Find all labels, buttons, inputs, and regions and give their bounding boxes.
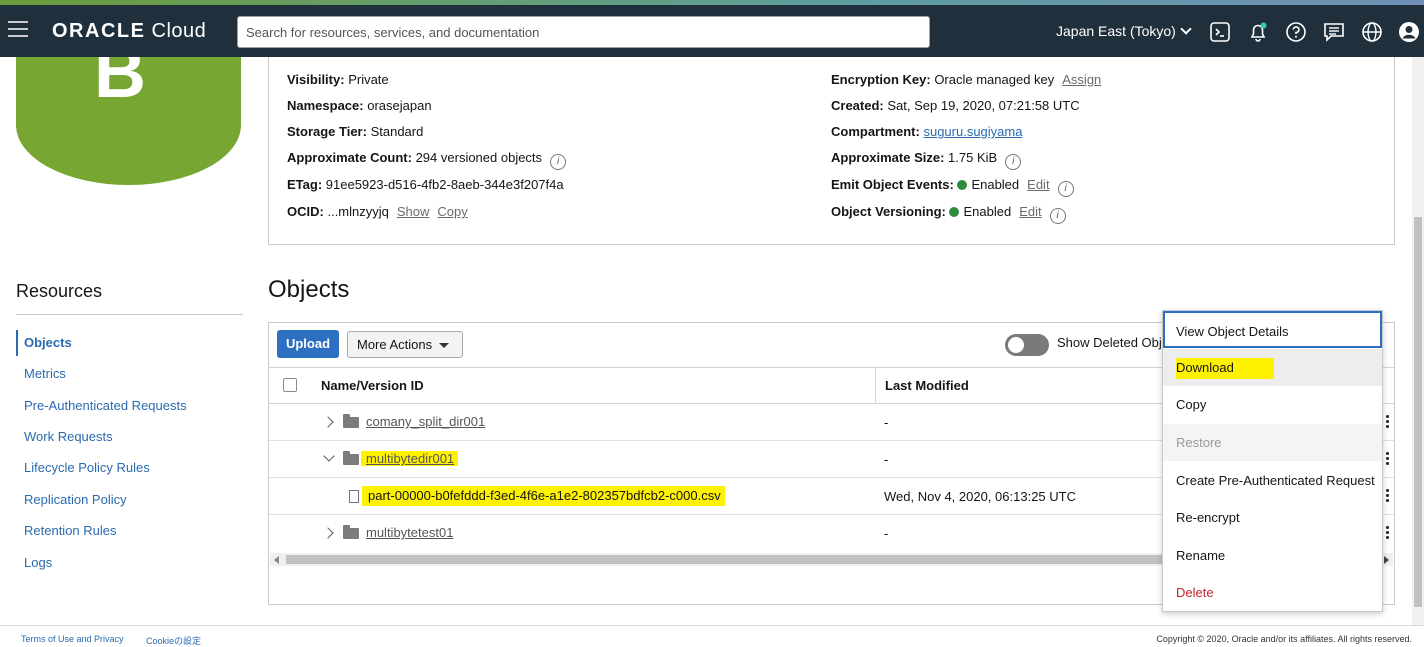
created-field: Created: Sat, Sep 19, 2020, 07:21:58 UTC [831, 98, 1080, 113]
chevron-down-icon [1180, 23, 1192, 35]
emit-object-events-field: Emit Object Events: Enabled Edit i [831, 177, 1074, 197]
nav-item-pre-authenticated-requests[interactable]: Pre-Authenticated Requests [16, 393, 216, 419]
chevron-down-icon[interactable] [323, 450, 335, 462]
select-all-checkbox[interactable] [283, 378, 297, 392]
page-footer: Terms of Use and Privacy Cookieの設定 Copyr… [0, 625, 1424, 647]
scroll-right-arrow-icon[interactable] [1384, 556, 1389, 564]
nav-item-lifecycle-policy-rules[interactable]: Lifecycle Policy Rules [16, 455, 216, 481]
hamburger-menu-icon[interactable] [8, 21, 28, 39]
file-icon [349, 490, 359, 503]
nav-item-retention-rules[interactable]: Retention Rules [16, 518, 216, 544]
column-header-last-modified[interactable]: Last Modified [885, 378, 969, 393]
scroll-left-arrow-icon[interactable] [274, 556, 279, 564]
compartment-link[interactable]: suguru.sugiyama [923, 124, 1022, 139]
bucket-initial-letter: B [94, 57, 146, 101]
cookie-settings-link[interactable]: Cookieの設定 [146, 634, 201, 647]
menu-item-delete[interactable]: Delete [1163, 574, 1382, 611]
object-name-link[interactable]: comany_split_dir001 [366, 414, 485, 429]
approximate-count-field: Approximate Count: 294 versioned objects… [287, 150, 567, 170]
objects-heading: Objects [268, 276, 350, 303]
info-icon[interactable]: i [1005, 154, 1022, 170]
terms-of-use-link[interactable]: Terms of Use and Privacy [21, 634, 124, 644]
menu-item-re-encrypt[interactable]: Re-encrypt [1163, 499, 1382, 536]
copyright-text: Copyright © 2020, Oracle and/or its affi… [1156, 634, 1412, 644]
top-navigation-bar: ORACLE Cloud Search for resources, servi… [0, 5, 1424, 57]
row-actions-kebab-icon[interactable] [1386, 415, 1389, 430]
menu-item-rename[interactable]: Rename [1163, 537, 1382, 574]
object-actions-menu: View Object Details Download Copy Restor… [1162, 310, 1383, 612]
chevron-right-icon[interactable] [322, 416, 334, 428]
help-icon[interactable] [1285, 21, 1307, 43]
cloud-shell-icon[interactable] [1209, 21, 1231, 43]
global-search-input[interactable]: Search for resources, services, and docu… [237, 16, 930, 48]
caret-down-icon [439, 343, 449, 348]
approximate-size-field: Approximate Size: 1.75 KiB i [831, 150, 1022, 170]
resources-heading: Resources [16, 281, 103, 301]
edit-events-link[interactable]: Edit [1027, 177, 1049, 192]
menu-item-create-pre-authenticated-request[interactable]: Create Pre-Authenticated Request [1163, 462, 1382, 499]
more-actions-button[interactable]: More Actions [347, 331, 463, 358]
assign-key-link[interactable]: Assign [1062, 72, 1101, 87]
compartment-field: Compartment: suguru.sugiyama [831, 124, 1023, 139]
vertical-scrollbar[interactable] [1412, 57, 1424, 625]
menu-item-restore: Restore [1163, 424, 1382, 461]
show-deleted-objects-label: Show Deleted Objects [1057, 335, 1165, 350]
object-versioning-field: Object Versioning: Enabled Edit i [831, 204, 1066, 224]
feedback-chat-icon[interactable] [1323, 21, 1345, 43]
edit-versioning-link[interactable]: Edit [1019, 204, 1041, 219]
chevron-right-icon[interactable] [322, 527, 334, 539]
show-deleted-objects-toggle[interactable] [1005, 334, 1049, 356]
column-header-name[interactable]: Name/Version ID [321, 378, 424, 393]
notifications-bell-icon[interactable] [1247, 21, 1269, 43]
nav-item-logs[interactable]: Logs [16, 550, 216, 576]
folder-icon [343, 525, 359, 539]
namespace-field: Namespace: orasejapan [287, 98, 432, 113]
ocid-field: OCID: ...mlnzyyjq Show Copy [287, 204, 468, 219]
nav-item-objects[interactable]: Objects [16, 330, 216, 356]
menu-item-view-object-details[interactable]: View Object Details [1163, 311, 1382, 348]
folder-icon [343, 414, 359, 428]
encryption-key-field: Encryption Key: Oracle managed key Assign [831, 72, 1102, 87]
enabled-status-dot-icon [949, 207, 960, 217]
last-modified-cell: Wed, Nov 4, 2020, 06:13:25 UTC [884, 489, 1076, 504]
info-icon[interactable]: i [550, 154, 567, 170]
object-name-link[interactable]: multibytetest01 [366, 525, 453, 540]
last-modified-cell: - [884, 526, 889, 541]
nav-item-replication-policy[interactable]: Replication Policy [16, 487, 216, 513]
last-modified-cell: - [884, 452, 889, 467]
bucket-details-panel: Visibility: Private Namespace: orasejapa… [268, 57, 1395, 245]
visibility-field: Visibility: Private [287, 72, 389, 87]
region-selector[interactable]: Japan East (Tokyo) [1056, 23, 1192, 39]
object-name-link[interactable]: part-00000-b0fefddd-f3ed-4f6e-a1e2-80235… [362, 486, 725, 506]
row-actions-kebab-icon[interactable] [1386, 526, 1389, 541]
row-actions-kebab-icon[interactable] [1386, 489, 1389, 504]
nav-item-work-requests[interactable]: Work Requests [16, 424, 216, 450]
info-icon[interactable]: i [1049, 208, 1066, 224]
storage-tier-field: Storage Tier: Standard [287, 124, 424, 139]
info-icon[interactable]: i [1057, 181, 1074, 197]
etag-field: ETag: 91ee5923-d516-4fb2-8aeb-344e3f207f… [287, 177, 564, 192]
menu-item-download[interactable]: Download [1163, 349, 1382, 386]
bucket-graphic: B [16, 57, 241, 185]
object-name-link[interactable]: multibytedir001 [361, 451, 459, 466]
ocid-copy-link[interactable]: Copy [437, 204, 467, 219]
enabled-status-dot-icon [957, 180, 968, 190]
nav-item-metrics[interactable]: Metrics [16, 361, 216, 387]
user-profile-icon[interactable] [1398, 21, 1420, 43]
divider [16, 314, 243, 315]
menu-item-copy[interactable]: Copy [1163, 386, 1382, 423]
row-actions-kebab-icon[interactable] [1386, 452, 1389, 467]
folder-icon [343, 451, 359, 465]
ocid-show-link[interactable]: Show [397, 204, 430, 219]
oracle-cloud-logo[interactable]: ORACLE Cloud [52, 20, 206, 43]
upload-button[interactable]: Upload [277, 330, 339, 358]
last-modified-cell: - [884, 415, 889, 430]
language-globe-icon[interactable] [1361, 21, 1383, 43]
